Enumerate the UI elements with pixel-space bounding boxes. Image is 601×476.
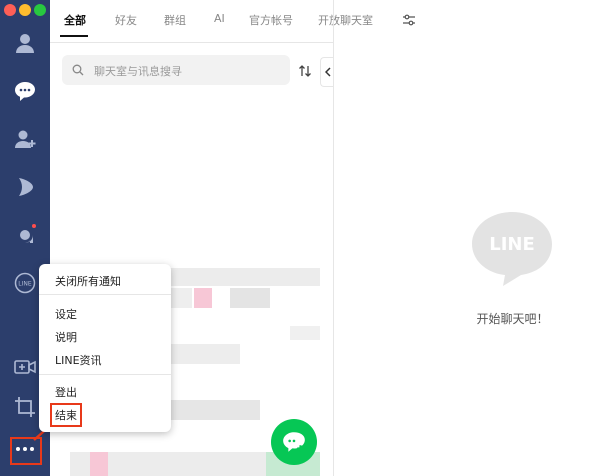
menu-item-settings[interactable]: 设定 xyxy=(55,306,77,322)
svg-text:LINE: LINE xyxy=(18,281,32,288)
active-tab-indicator xyxy=(60,35,88,37)
sort-icon[interactable] xyxy=(298,63,312,82)
tab-ai[interactable]: AI xyxy=(214,12,225,25)
annotation-box-quit xyxy=(50,403,82,427)
chevron-left-icon xyxy=(324,67,331,77)
search-input[interactable]: 聊天室与讯息搜寻 xyxy=(94,63,182,79)
add-friend-icon[interactable] xyxy=(10,124,40,154)
tab-open-chat[interactable]: 开放聊天室 xyxy=(318,12,373,28)
collapse-panel-button[interactable] xyxy=(320,57,334,87)
filter-settings-icon[interactable] xyxy=(402,12,416,31)
profile-icon[interactable] xyxy=(10,28,40,58)
chat-list-item xyxy=(230,288,270,308)
tab-official-accounts[interactable]: 官方帐号 xyxy=(249,12,293,28)
tab-groups[interactable]: 群组 xyxy=(164,12,186,28)
line-circle-icon[interactable]: LINE xyxy=(10,268,40,298)
line-logo-text: LINE xyxy=(489,234,535,255)
chat-list-item xyxy=(90,452,108,476)
tab-all[interactable]: 全部 xyxy=(64,12,86,28)
new-chat-icon xyxy=(283,432,305,452)
chats-icon[interactable] xyxy=(10,76,40,106)
chat-list-item[interactable] xyxy=(170,268,320,286)
search-icon xyxy=(72,64,84,76)
chat-list-item xyxy=(170,344,240,364)
panel-divider xyxy=(333,0,334,476)
tab-friends[interactable]: 好友 xyxy=(115,12,137,28)
menu-divider xyxy=(39,294,171,295)
search-field[interactable]: 聊天室与讯息搜寻 xyxy=(62,55,290,85)
menu-item-line-info[interactable]: LINE资讯 xyxy=(55,352,102,368)
close-window-button[interactable] xyxy=(4,4,16,16)
chat-list-item xyxy=(170,288,192,308)
chat-list-item xyxy=(290,326,320,340)
new-chat-button[interactable] xyxy=(271,419,317,465)
menu-divider xyxy=(39,374,171,375)
voom-icon[interactable] xyxy=(10,172,40,202)
line-logo: LINE xyxy=(470,208,554,288)
chat-list-item xyxy=(170,400,260,420)
minimize-window-button[interactable] xyxy=(19,4,31,16)
menu-item-logout[interactable]: 登出 xyxy=(55,384,77,400)
empty-state-message: 开始聊天吧！ xyxy=(476,312,549,326)
zoom-window-button[interactable] xyxy=(34,4,46,16)
menu-item-help[interactable]: 说明 xyxy=(55,329,77,345)
chat-list-item xyxy=(194,288,212,308)
line-app-icon[interactable] xyxy=(10,220,40,250)
video-call-icon[interactable] xyxy=(10,352,40,382)
menu-item-mute-all[interactable]: 关闭所有通知 xyxy=(55,273,121,289)
